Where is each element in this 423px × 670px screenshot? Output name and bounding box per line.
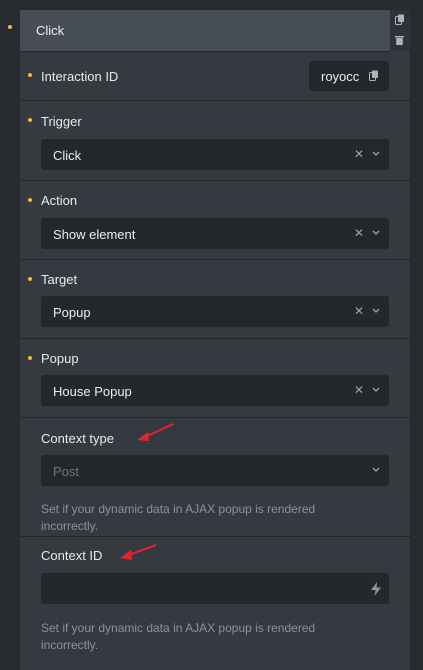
clear-icon[interactable]: ✕	[354, 226, 364, 240]
popup-label: Popup	[41, 351, 79, 366]
required-dot	[28, 118, 32, 122]
context-type-select[interactable]: Post	[41, 455, 389, 486]
popup-value: House Popup	[53, 384, 132, 399]
interaction-id-label: Interaction ID	[41, 69, 119, 84]
interaction-header[interactable]: Click	[20, 10, 390, 52]
trash-icon[interactable]	[395, 35, 404, 45]
chevron-down-icon[interactable]	[372, 151, 380, 157]
copy-icon[interactable]	[395, 14, 405, 25]
interaction-id-field[interactable]: royocc	[309, 61, 389, 91]
interaction-title: Click	[36, 23, 65, 38]
interaction-id-value: royocc	[321, 69, 360, 84]
action-label: Action	[41, 193, 78, 208]
context-id-input[interactable]	[41, 573, 389, 604]
annotation-arrow	[137, 423, 174, 441]
popup-select[interactable]: House Popup ✕	[41, 375, 389, 406]
required-dot	[28, 73, 32, 77]
target-select[interactable]: Popup ✕	[41, 296, 389, 327]
target-value: Popup	[53, 305, 91, 320]
clear-icon[interactable]: ✕	[354, 383, 364, 397]
trigger-label: Trigger	[41, 114, 82, 129]
context-type-help: Set if your dynamic data in AJAX popup i…	[41, 502, 316, 533]
chevron-down-icon[interactable]	[372, 308, 380, 314]
chevron-down-icon[interactable]	[372, 387, 380, 393]
target-label: Target	[41, 272, 78, 287]
target-row: Target Popup ✕	[20, 260, 410, 339]
clear-icon[interactable]: ✕	[354, 304, 364, 318]
context-type-row: Context type Post Set if your dynamic da…	[20, 418, 410, 537]
clear-icon[interactable]: ✕	[354, 147, 364, 161]
chevron-down-icon[interactable]	[372, 467, 380, 473]
interaction-id-row: Interaction ID royocc	[20, 52, 410, 101]
action-row: Action Show element ✕	[20, 181, 410, 260]
header-actions	[390, 10, 410, 51]
context-id-row: Context ID Set if your dynamic data in A…	[20, 537, 410, 667]
context-type-label: Context type	[41, 431, 114, 446]
context-id-label: Context ID	[41, 548, 103, 563]
trigger-select[interactable]: Click ✕	[41, 139, 389, 170]
popup-row: Popup House Popup ✕	[20, 339, 410, 418]
outer-indicator-dot	[8, 25, 12, 29]
chevron-down-icon[interactable]	[372, 230, 380, 236]
action-select[interactable]: Show element ✕	[41, 218, 389, 249]
bolt-icon[interactable]	[371, 582, 381, 596]
required-dot	[28, 277, 32, 281]
trigger-value: Click	[53, 148, 82, 163]
required-dot	[28, 356, 32, 360]
trigger-row: Trigger Click ✕	[20, 101, 410, 181]
copy-icon[interactable]	[369, 70, 379, 81]
interaction-panel: Click Interaction ID royocc Trigger Clic…	[19, 10, 410, 670]
annotation-arrow	[120, 544, 157, 560]
context-type-placeholder: Post	[53, 464, 80, 479]
action-value: Show element	[53, 227, 136, 242]
required-dot	[28, 198, 32, 202]
context-id-help: Set if your dynamic data in AJAX popup i…	[41, 621, 316, 652]
